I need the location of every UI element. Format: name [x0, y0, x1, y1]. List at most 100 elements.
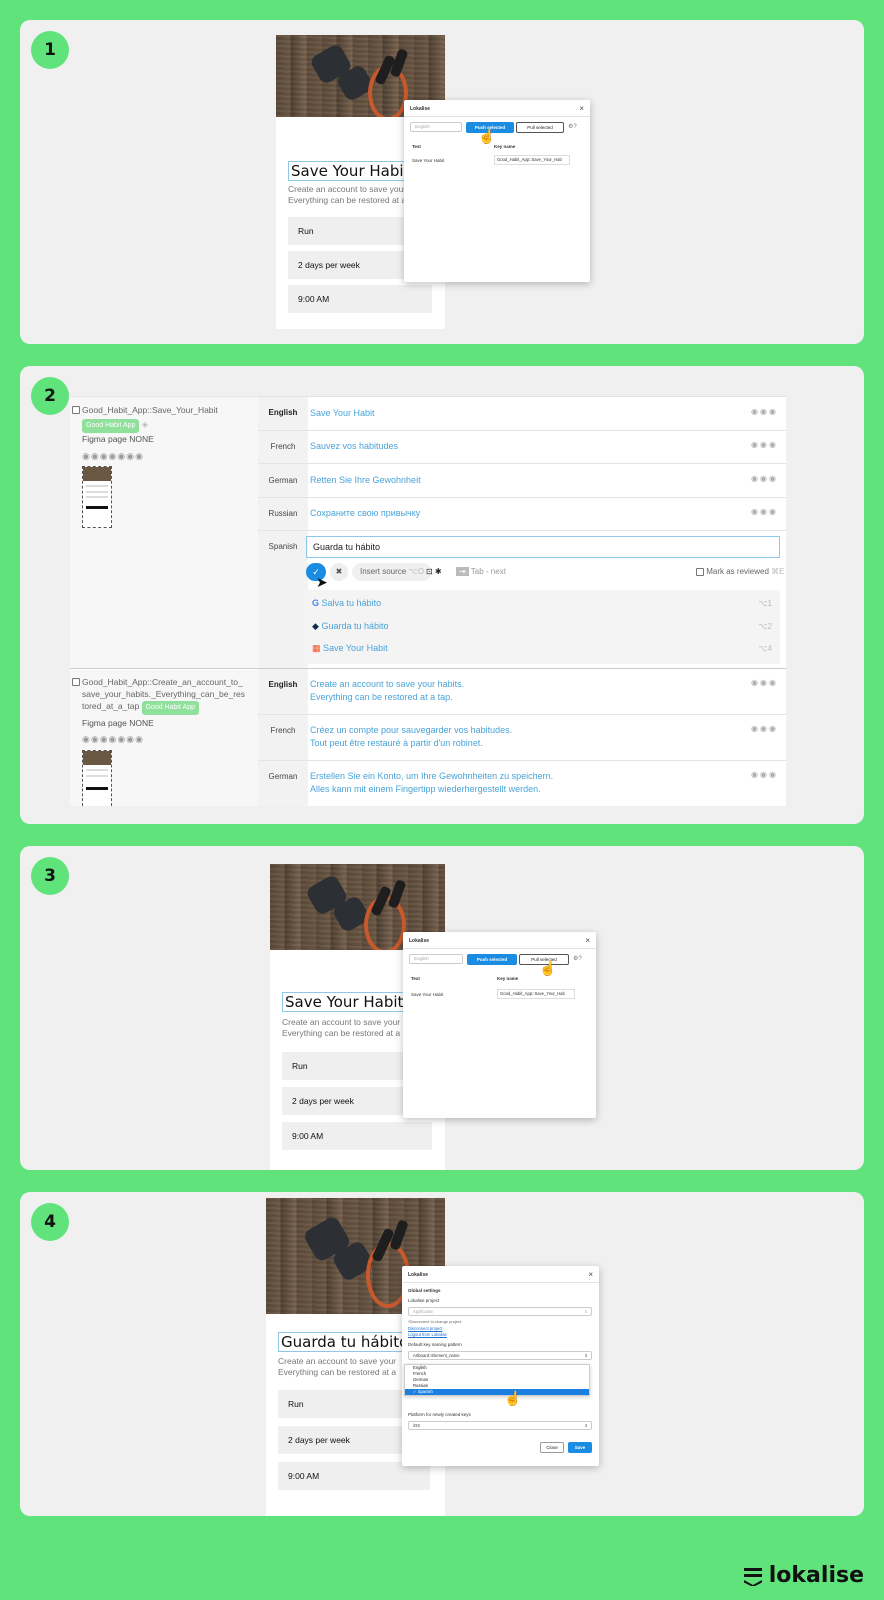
key-checkbox[interactable] [72, 678, 80, 686]
translation-russian[interactable]: Сохраните свою привычку [310, 507, 420, 520]
tool-icons[interactable]: ⊡ ✱ [426, 567, 442, 576]
key-name-input[interactable]: Good_Habit_App::Save_Your_Hab [494, 155, 570, 165]
lokalise-plugin-dialog: Lokalise × English Push selected Pull se… [403, 932, 596, 1118]
global-settings-dialog: Lokalise × Global settings Lokalise proj… [402, 1266, 599, 1466]
step-badge: 1 [31, 31, 69, 69]
deepl-icon: ◆ [312, 621, 319, 631]
lang-label-english: English [268, 408, 298, 417]
row-action-icons[interactable]: ◉◉◉ [751, 678, 778, 687]
mockup-row: 9:00 AM [288, 285, 432, 313]
insert-source-button[interactable]: Insert source ⌥O [352, 563, 432, 581]
language-option-selected[interactable]: ✓ Spanish [405, 1389, 589, 1395]
pattern-select[interactable]: Artboard::Element_name ⇕ [408, 1351, 592, 1360]
spanish-translation-input[interactable]: Guarda tu hábito [306, 536, 780, 558]
close-icon[interactable]: × [579, 104, 584, 113]
check-icon: ✓ [413, 1389, 417, 1394]
step-2-panel: 2 Good_Habit_App::Save_Your_Habit Good H… [20, 366, 864, 824]
arrow-cursor-icon: ➤ [316, 574, 328, 590]
settings-icon[interactable]: ⚙? [568, 123, 577, 130]
suggestion-item[interactable]: G Salva tu hábito [312, 598, 381, 608]
disconnect-project-link[interactable]: Disconnect project [408, 1326, 442, 1331]
lokalise-logo: lokalise [743, 1563, 864, 1588]
translation-german[interactable]: Erstellen Sie ein Konto, um Ihre Gewohnh… [310, 770, 553, 796]
step-badge: 3 [31, 857, 69, 895]
tag-icon[interactable]: ◈ [142, 420, 148, 429]
dialog-title: Lokalise [408, 1272, 429, 1278]
screenshot-thumbnail[interactable] [82, 466, 112, 528]
tag-row: Good Habit App ◈ [82, 418, 148, 433]
mockup-title: Guarda tu hábito [278, 1332, 412, 1352]
mockup-row: 9:00 AM [278, 1462, 430, 1490]
project-tag[interactable]: Good Habit App [141, 701, 200, 715]
step-badge: 4 [31, 1203, 69, 1241]
lang-label-french: French [270, 442, 296, 451]
figma-page-label: Figma page NONE [82, 434, 154, 444]
mockup-title: Save Your Habit [288, 161, 413, 181]
row-action-icons[interactable]: ◉◉◉ [751, 724, 778, 733]
suggestions-panel: G Salva tu hábito ⌥1 ◆ Guarda tu hábito … [304, 590, 780, 664]
translation-french[interactable]: Créez un compte pour sauvegarder vos hab… [310, 724, 512, 750]
google-icon: G [312, 598, 320, 608]
pull-selected-button[interactable]: Pull selected [516, 122, 564, 133]
mockup-row: 9:00 AM [282, 1122, 432, 1150]
hand-cursor-icon: ☝ [478, 128, 496, 144]
close-icon[interactable]: × [585, 936, 590, 945]
mockup-subtitle: Create an account to save your Everythin… [288, 184, 407, 205]
translation-english[interactable]: Create an account to save your habits. E… [310, 678, 464, 704]
dialog-title: Lokalise [410, 106, 431, 112]
lang-label-german: German [268, 476, 298, 485]
lang-label-spanish: Spanish [268, 542, 298, 551]
step-badge: 2 [31, 377, 69, 415]
pattern-label: Default key naming pattern [408, 1342, 462, 1347]
hand-cursor-icon: ☝ [539, 960, 557, 976]
key-action-icons[interactable]: ◉◉◉◉◉◉◉ [82, 734, 144, 745]
step-4-panel: 4 Guarda tu hábito Create an account to … [20, 1192, 864, 1516]
microsoft-icon: ▦ [312, 643, 321, 653]
translation-editor: Good_Habit_App::Save_Your_Habit Good Hab… [70, 396, 786, 806]
save-button[interactable]: Save [568, 1442, 592, 1453]
project-tag[interactable]: Good Habit App [82, 419, 140, 433]
platform-select[interactable]: iOS ⇕ [408, 1421, 592, 1430]
lokalise-logo-icon [743, 1567, 762, 1586]
push-selected-button[interactable]: Push selected [467, 954, 517, 965]
language-dropdown[interactable]: English French German Russian ✓ Spanish [404, 1364, 590, 1396]
lang-label-english: English [268, 680, 298, 689]
key-column-header: Key name [494, 144, 516, 149]
hand-cursor-icon: ☝ [504, 1390, 522, 1406]
row-action-icons[interactable]: ◉◉◉ [751, 474, 778, 483]
row-text: Save Your Habit [411, 992, 444, 997]
key-name: Good_Habit_App::Save_Your_Habit [82, 405, 218, 415]
translation-french[interactable]: Sauvez vos habitudes [310, 440, 398, 453]
row-action-icons[interactable]: ◉◉◉ [751, 440, 778, 449]
language-select[interactable]: English [409, 954, 463, 964]
key-action-icons[interactable]: ◉◉◉◉◉◉◉ [82, 451, 144, 462]
close-button[interactable]: Close [540, 1442, 564, 1453]
suggestion-item[interactable]: ▦ Save Your Habit [312, 643, 388, 654]
translation-english[interactable]: Save Your Habit [310, 407, 375, 420]
suggestion-shortcut: ⌥1 [758, 599, 772, 608]
row-action-icons[interactable]: ◉◉◉ [751, 407, 778, 416]
row-action-icons[interactable]: ◉◉◉ [751, 507, 778, 516]
lokalise-plugin-dialog: Lokalise × English Push selected Pull se… [404, 100, 590, 282]
suggestion-item[interactable]: ◆ Guarda tu hábito [312, 621, 389, 632]
cancel-x-button[interactable]: ✖ [330, 563, 348, 581]
settings-heading: Global settings [408, 1288, 441, 1293]
settings-icon[interactable]: ⚙? [573, 955, 582, 962]
key-name-input[interactable]: Good_Habit_App::Save_Your_Hab [497, 989, 575, 999]
row-action-icons[interactable]: ◉◉◉ [751, 770, 778, 779]
figma-page-label: Figma page NONE [82, 718, 154, 728]
step-1-panel: 1 Save Your Habit Create an account to s… [20, 20, 864, 344]
screenshot-thumbnail[interactable] [82, 750, 112, 806]
key-column-header: Key name [497, 976, 519, 981]
text-column-header: Text [412, 144, 421, 149]
language-select[interactable]: English [410, 122, 462, 132]
translation-german[interactable]: Retten Sie Ihre Gewohnheit [310, 474, 421, 487]
close-icon[interactable]: × [588, 1270, 593, 1279]
text-column-header: Text [411, 976, 420, 981]
suggestion-shortcut: ⌥2 [758, 622, 772, 631]
logout-link[interactable]: Logout from Lokalise [408, 1332, 447, 1337]
lang-label-russian: Russian [268, 509, 298, 518]
key-checkbox[interactable] [72, 406, 80, 414]
mark-as-reviewed[interactable]: Mark as reviewed ⌘E [696, 567, 785, 576]
project-select[interactable]: Application ⇕ [408, 1307, 592, 1316]
